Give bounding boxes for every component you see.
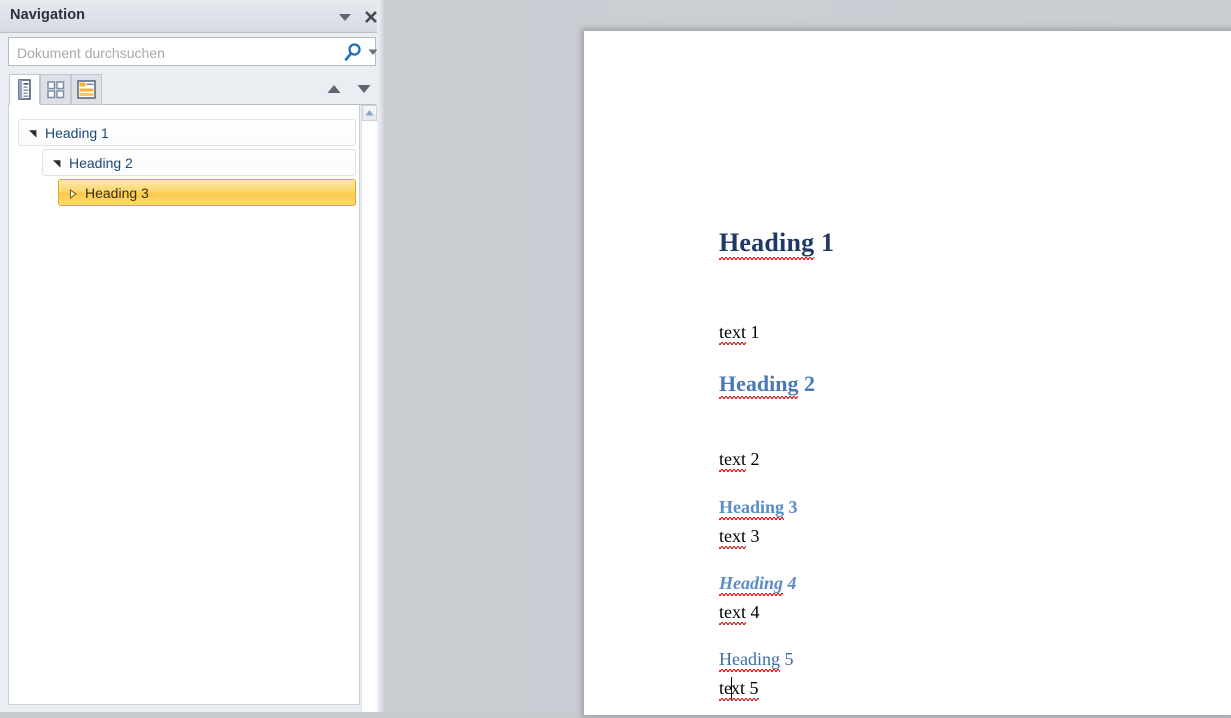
magnifier-icon[interactable] bbox=[342, 42, 364, 62]
scrollbar-track[interactable] bbox=[362, 121, 377, 712]
document-heading-5[interactable]: Heading 5 bbox=[719, 649, 793, 670]
document-page[interactable]: Heading 1 text 1 Heading 2 text 2 Headin… bbox=[584, 31, 1231, 715]
heading-5-misspelled-word: Heading bbox=[719, 649, 780, 672]
document-heading-2[interactable]: Heading 2 bbox=[719, 371, 815, 397]
heading-4-rest: 4 bbox=[783, 573, 797, 593]
page-thumbnails-icon bbox=[47, 81, 65, 99]
pane-splitter[interactable] bbox=[377, 0, 384, 712]
tree-item-label: Heading 3 bbox=[85, 185, 149, 201]
heading-1-rest: 1 bbox=[814, 228, 835, 257]
tab-pages[interactable] bbox=[40, 74, 71, 105]
navigation-tree-scrollbar[interactable] bbox=[361, 105, 377, 712]
heading-1-misspelled-word: Heading bbox=[719, 228, 815, 260]
document-heading-3[interactable]: Heading 3 bbox=[719, 497, 798, 518]
navigation-pane: Navigation Dokument durchsuchen Heading … bbox=[0, 0, 384, 712]
paragraph-2-misspelled-word: text bbox=[719, 449, 746, 472]
hollow-triangle-right-icon[interactable] bbox=[68, 189, 78, 199]
heading-tree[interactable]: Heading 1 Heading 2 Heading 3 bbox=[8, 105, 360, 705]
search-results-icon bbox=[77, 80, 96, 99]
paragraph-4-misspelled-word: text bbox=[719, 602, 746, 625]
paragraph-4-rest: 4 bbox=[746, 602, 760, 622]
triangle-up-icon[interactable] bbox=[326, 82, 342, 96]
paragraph-3-rest: 3 bbox=[746, 526, 760, 546]
tree-item-heading-3[interactable]: Heading 3 bbox=[58, 179, 356, 206]
tree-item-heading-2[interactable]: Heading 2 bbox=[42, 149, 356, 176]
search-input[interactable] bbox=[15, 38, 319, 67]
heading-2-misspelled-word: Heading bbox=[719, 371, 799, 399]
document-paragraph-1[interactable]: text 1 bbox=[719, 322, 760, 343]
scroll-up-arrow-icon[interactable] bbox=[362, 105, 377, 121]
paragraph-3-misspelled-word: text bbox=[719, 526, 746, 549]
document-heading-4[interactable]: Heading 4 bbox=[719, 573, 797, 594]
triangle-down-icon[interactable] bbox=[356, 82, 372, 96]
heading-4-misspelled-word: Heading bbox=[719, 573, 784, 596]
heading-3-rest: 3 bbox=[784, 497, 798, 517]
paragraph-2-rest: 2 bbox=[746, 449, 760, 469]
tab-headings[interactable] bbox=[9, 74, 40, 105]
tab-results[interactable] bbox=[71, 74, 102, 105]
navigation-tab-strip bbox=[8, 74, 376, 105]
paragraph-1-misspelled-word: text bbox=[719, 322, 746, 345]
document-headings-icon bbox=[18, 79, 31, 100]
document-paragraph-5[interactable]: text 5 bbox=[719, 677, 759, 699]
heading-2-rest: 2 bbox=[798, 371, 815, 396]
document-paragraph-2[interactable]: text 2 bbox=[719, 449, 760, 470]
navigation-title-bar: Navigation bbox=[0, 0, 384, 33]
heading-5-rest: 5 bbox=[779, 649, 794, 669]
tree-item-label: Heading 1 bbox=[45, 125, 109, 141]
paragraph-1-rest: 1 bbox=[746, 322, 760, 342]
filled-triangle-down-icon[interactable] bbox=[52, 159, 62, 169]
search-box[interactable] bbox=[8, 37, 378, 67]
filled-triangle-down-icon[interactable] bbox=[28, 129, 38, 139]
document-paragraph-4[interactable]: text 4 bbox=[719, 602, 760, 623]
chevron-down-icon[interactable] bbox=[336, 8, 354, 26]
paragraph-5-rest: xt 5 bbox=[731, 678, 759, 701]
navigation-pane-title: Navigation bbox=[10, 7, 86, 23]
tree-item-heading-1[interactable]: Heading 1 bbox=[18, 119, 356, 146]
tree-item-label: Heading 2 bbox=[69, 155, 133, 171]
document-paragraph-3[interactable]: text 3 bbox=[719, 526, 760, 547]
document-heading-1[interactable]: Heading 1 bbox=[719, 228, 834, 258]
heading-3-misspelled-word: Heading bbox=[719, 497, 785, 520]
